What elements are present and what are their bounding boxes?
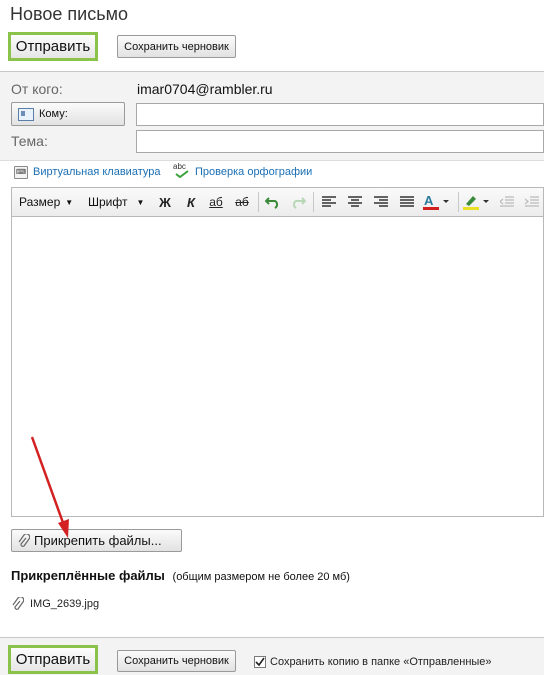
font-size-label: Размер [19, 195, 61, 209]
spellcheck-icon: abc [173, 163, 189, 179]
chevron-down-icon: ▼ [136, 197, 145, 207]
from-label: От кого: [11, 81, 63, 97]
redo-icon[interactable] [289, 193, 307, 211]
toolbar-divider [313, 192, 314, 212]
strikethrough-button[interactable]: аб [233, 193, 251, 211]
align-center-icon[interactable] [346, 193, 364, 211]
underline-button[interactable]: аб [207, 193, 225, 211]
attached-file-name: IMG_2639.jpg [30, 598, 100, 610]
font-family-label: Шрифт [88, 195, 128, 209]
virtual-keyboard-link[interactable]: Виртуальная клавиатура [33, 166, 160, 178]
paperclip-icon [12, 597, 24, 611]
save-draft-button-bottom[interactable]: Сохранить черновик [117, 650, 236, 672]
page-title: Новое письмо [10, 4, 128, 24]
indent-icon[interactable] [523, 193, 541, 211]
fields-divider [0, 160, 544, 161]
annotation-arrow [30, 436, 69, 538]
italic-button[interactable]: К [182, 193, 200, 211]
bold-button[interactable]: Ж [156, 193, 174, 211]
editor-toolbar: Размер ▼ Шрифт ▼ Ж К аб аб A [11, 187, 544, 217]
attached-file-item[interactable]: IMG_2639.jpg [12, 597, 99, 611]
keyboard-icon: ⌨ [14, 166, 28, 179]
send-button-bottom[interactable]: Отправить [8, 645, 98, 674]
spellcheck-link[interactable]: Проверка орфографии [195, 166, 312, 178]
from-value: imar0704@rambler.ru [137, 81, 273, 97]
toolbar-divider [458, 192, 459, 212]
attached-files-note: (общим размером не более 20 мб) [172, 571, 350, 583]
svg-text:A: A [424, 193, 434, 208]
message-body-editor[interactable] [11, 217, 544, 517]
subject-input[interactable] [136, 130, 544, 153]
outdent-icon[interactable] [498, 193, 516, 211]
text-color-dropdown[interactable]: A [423, 193, 453, 211]
send-button-top[interactable]: Отправить [8, 32, 98, 61]
to-input[interactable] [136, 103, 544, 126]
save-copy-label: Сохранить копию в папке «Отправленные» [270, 656, 492, 668]
toolbar-divider [258, 192, 259, 212]
highlight-color-dropdown[interactable] [463, 193, 493, 211]
attached-files-heading-text: Прикреплённые файлы [11, 568, 165, 583]
save-draft-button-top[interactable]: Сохранить черновик [117, 35, 236, 58]
align-right-icon[interactable] [372, 193, 390, 211]
attached-files-heading: Прикреплённые файлы (общим размером не б… [11, 568, 350, 583]
align-left-icon[interactable] [320, 193, 338, 211]
subject-label: Тема: [11, 133, 48, 149]
font-family-dropdown[interactable]: Шрифт ▼ [88, 188, 144, 216]
checkmark-icon [255, 657, 265, 667]
address-book-icon [18, 107, 34, 121]
chevron-down-icon: ▼ [65, 197, 74, 207]
save-copy-checkbox[interactable] [254, 656, 266, 668]
to-button[interactable]: Кому: [11, 102, 125, 126]
undo-icon[interactable] [264, 193, 282, 211]
font-size-dropdown[interactable]: Размер ▼ [19, 188, 73, 216]
align-justify-icon[interactable] [398, 193, 416, 211]
to-button-label: Кому: [39, 108, 68, 120]
